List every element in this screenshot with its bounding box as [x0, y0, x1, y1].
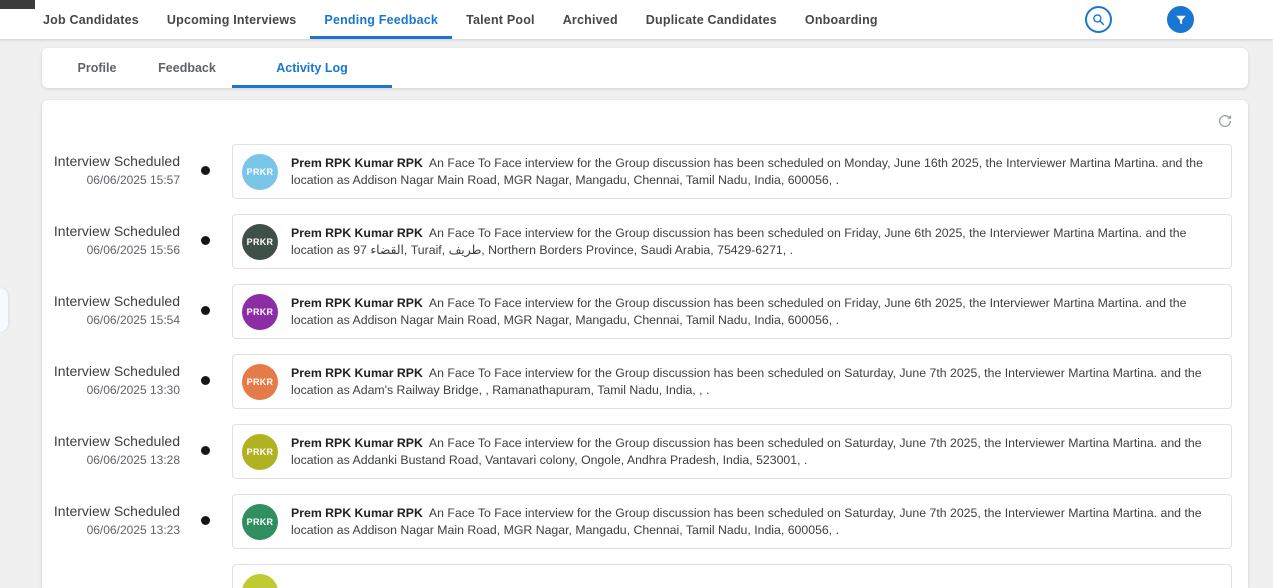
entry-text: Prem RPK Kumar RPKAn Face To Face interv…	[291, 155, 1217, 188]
entry-title: Interview Scheduled	[50, 433, 180, 449]
detail-tabs: Profile Feedback Activity Log	[42, 48, 1248, 88]
entry-date: 06/06/2025 15:57	[50, 173, 180, 187]
avatar: PRKR	[242, 294, 278, 330]
entry-text: Prem RPK Kumar RPKAn Face To Face interv…	[291, 295, 1217, 328]
entry-message: An Face To Face interview for the Group …	[291, 506, 1202, 537]
entry-message: An Face To Face interview for the Group …	[291, 366, 1202, 397]
nav-actions	[1085, 0, 1194, 39]
timeline-entry: Interview Scheduled 06/06/2025 15:57 PRK…	[42, 144, 1248, 214]
window-corner	[0, 0, 35, 9]
timeline-dot	[201, 166, 210, 175]
timeline-dot	[201, 306, 210, 315]
entry-meta	[50, 573, 180, 577]
timeline-entry: Interview Scheduled 06/06/2025 13:23 PRK…	[42, 494, 1248, 564]
activity-card[interactable]: PRKR Prem RPK Kumar RPKAn Face To Face i…	[232, 144, 1232, 199]
timeline-entry	[42, 564, 1248, 588]
entry-text: Prem RPK Kumar RPKAn Face To Face interv…	[291, 225, 1217, 258]
entry-text	[291, 575, 1217, 588]
timeline-entry: Interview Scheduled 06/06/2025 13:28 PRK…	[42, 424, 1248, 494]
left-edge-handle	[0, 288, 8, 332]
entry-date: 06/06/2025 15:54	[50, 313, 180, 327]
activity-card[interactable]: PRKR Prem RPK Kumar RPKAn Face To Face i…	[232, 354, 1232, 409]
candidate-name: Prem RPK Kumar RPK	[291, 366, 423, 380]
avatar: PRKR	[242, 154, 278, 190]
timeline-dot	[201, 376, 210, 385]
entry-title: Interview Scheduled	[50, 363, 180, 379]
tab-duplicate-candidates[interactable]: Duplicate Candidates	[632, 0, 791, 39]
timeline-entry: Interview Scheduled 06/06/2025 15:54 PRK…	[42, 284, 1248, 354]
entry-date: 06/06/2025 13:28	[50, 453, 180, 467]
tab-upcoming-interviews[interactable]: Upcoming Interviews	[153, 0, 311, 39]
entry-date: 06/06/2025 15:56	[50, 243, 180, 257]
entry-title: Interview Scheduled	[50, 223, 180, 239]
avatar: PRKR	[242, 224, 278, 260]
main-tabs: Job Candidates Upcoming Interviews Pendi…	[29, 0, 892, 39]
entry-text: Prem RPK Kumar RPKAn Face To Face interv…	[291, 505, 1217, 538]
avatar: PRKR	[242, 434, 278, 470]
timeline-entry: Interview Scheduled 06/06/2025 13:30 PRK…	[42, 354, 1248, 424]
entry-meta: Interview Scheduled 06/06/2025 15:56	[50, 223, 180, 257]
avatar: PRKR	[242, 364, 278, 400]
top-navigation: Job Candidates Upcoming Interviews Pendi…	[0, 0, 1273, 39]
timeline-entry: Interview Scheduled 06/06/2025 15:56 PRK…	[42, 214, 1248, 284]
entry-date: 06/06/2025 13:30	[50, 383, 180, 397]
activity-card[interactable]	[232, 564, 1232, 588]
activity-card[interactable]: PRKR Prem RPK Kumar RPKAn Face To Face i…	[232, 214, 1232, 269]
entry-title: Interview Scheduled	[50, 293, 180, 309]
filter-icon	[1175, 14, 1187, 26]
candidate-name: Prem RPK Kumar RPK	[291, 506, 423, 520]
filter-button[interactable]	[1167, 6, 1194, 33]
tab-activity-log[interactable]: Activity Log	[232, 48, 392, 88]
candidate-name: Prem RPK Kumar RPK	[291, 296, 423, 310]
entry-title: Interview Scheduled	[50, 153, 180, 169]
entry-meta: Interview Scheduled 06/06/2025 15:54	[50, 293, 180, 327]
entry-message: An Face To Face interview for the Group …	[291, 436, 1202, 467]
activity-card[interactable]: PRKR Prem RPK Kumar RPKAn Face To Face i…	[232, 494, 1232, 549]
activity-timeline: Interview Scheduled 06/06/2025 15:57 PRK…	[42, 100, 1248, 588]
activity-log-panel: Interview Scheduled 06/06/2025 15:57 PRK…	[42, 100, 1248, 588]
entry-text: Prem RPK Kumar RPKAn Face To Face interv…	[291, 365, 1217, 398]
tab-archived[interactable]: Archived	[549, 0, 632, 39]
activity-card[interactable]: PRKR Prem RPK Kumar RPKAn Face To Face i…	[232, 284, 1232, 339]
entry-date: 06/06/2025 13:23	[50, 523, 180, 537]
avatar: PRKR	[242, 504, 278, 540]
entry-message: An Face To Face interview for the Group …	[291, 226, 1186, 257]
entry-meta: Interview Scheduled 06/06/2025 13:23	[50, 503, 180, 537]
search-button[interactable]	[1085, 6, 1112, 33]
search-icon	[1092, 13, 1105, 26]
entry-message: An Face To Face interview for the Group …	[291, 156, 1203, 187]
tab-job-candidates[interactable]: Job Candidates	[29, 0, 153, 39]
entry-text: Prem RPK Kumar RPKAn Face To Face interv…	[291, 435, 1217, 468]
refresh-icon	[1217, 113, 1233, 129]
entry-meta: Interview Scheduled 06/06/2025 13:28	[50, 433, 180, 467]
tab-pending-feedback[interactable]: Pending Feedback	[310, 0, 452, 39]
tab-talent-pool[interactable]: Talent Pool	[452, 0, 549, 39]
timeline-dot	[201, 516, 210, 525]
entry-title: Interview Scheduled	[50, 503, 180, 519]
activity-card[interactable]: PRKR Prem RPK Kumar RPKAn Face To Face i…	[232, 424, 1232, 479]
timeline-dot	[201, 236, 210, 245]
candidate-name: Prem RPK Kumar RPK	[291, 156, 423, 170]
tab-profile[interactable]: Profile	[52, 48, 142, 88]
timeline-dot	[201, 446, 210, 455]
candidate-name: Prem RPK Kumar RPK	[291, 226, 423, 240]
entry-message: An Face To Face interview for the Group …	[291, 296, 1186, 327]
candidate-name: Prem RPK Kumar RPK	[291, 436, 423, 450]
entry-meta: Interview Scheduled 06/06/2025 15:57	[50, 153, 180, 187]
avatar	[242, 574, 278, 588]
tab-onboarding[interactable]: Onboarding	[791, 0, 892, 39]
entry-meta: Interview Scheduled 06/06/2025 13:30	[50, 363, 180, 397]
refresh-button[interactable]	[1216, 112, 1234, 130]
tab-feedback[interactable]: Feedback	[142, 48, 232, 88]
